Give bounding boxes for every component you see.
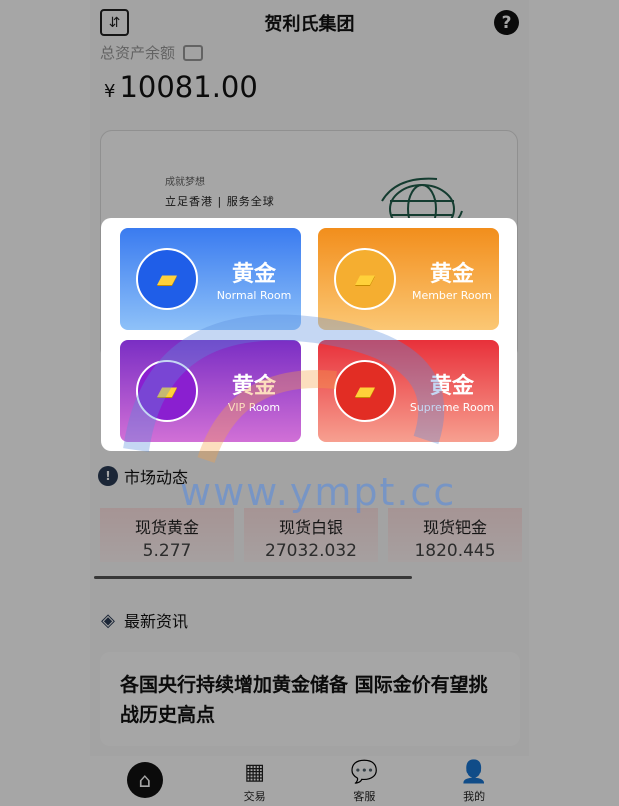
- room-select-modal: ▰ 黄金 Normal Room ▰ 黄金 Member Room ▰ 黄金 V…: [101, 218, 517, 451]
- room-member[interactable]: ▰ 黄金 Member Room: [318, 228, 499, 330]
- room-vip[interactable]: ▰ 黄金 VIP Room: [120, 340, 301, 442]
- gold-bar-icon: ▰: [334, 248, 396, 310]
- gold-bar-icon: ▰: [136, 360, 198, 422]
- room-normal[interactable]: ▰ 黄金 Normal Room: [120, 228, 301, 330]
- watermark-text: www.ympt.cc: [180, 470, 457, 514]
- gold-bar-icon: ▰: [334, 360, 396, 422]
- gold-bar-icon: ▰: [136, 248, 198, 310]
- room-supreme[interactable]: ▰ 黄金 Supreme Room: [318, 340, 499, 442]
